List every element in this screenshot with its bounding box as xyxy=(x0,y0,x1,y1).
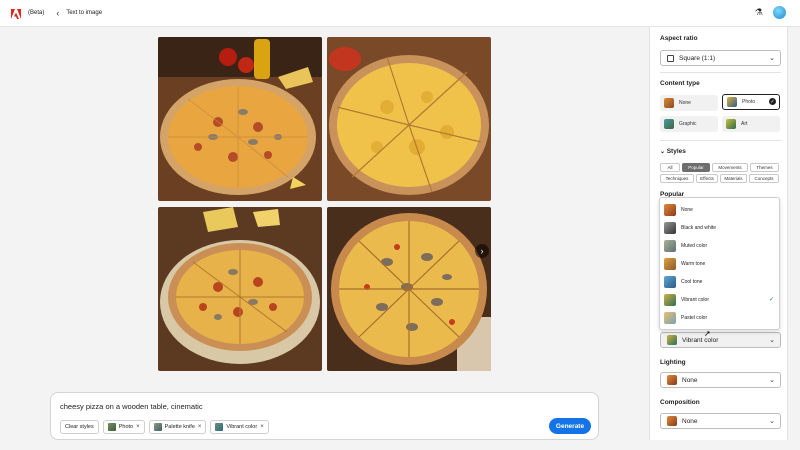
composition-title: Composition xyxy=(660,399,700,406)
none-thumbnail xyxy=(667,416,677,426)
content-type-graphic[interactable]: Graphic xyxy=(660,116,718,132)
remove-icon[interactable]: × xyxy=(260,424,264,430)
prompt-input[interactable]: cheesy pizza on a wooden table, cinemati… xyxy=(60,402,203,411)
style-chip-photo[interactable]: Photo × xyxy=(102,420,145,434)
styles-select-value: Vibrant color xyxy=(682,336,719,344)
chip-label: Vibrant color xyxy=(226,424,258,430)
aspect-ratio-title: Aspect ratio xyxy=(660,35,698,42)
cool-tone-thumbnail xyxy=(664,275,676,288)
style-option-none[interactable]: None xyxy=(664,202,776,217)
none-thumbnail xyxy=(664,203,676,216)
check-circle-icon: ✓ xyxy=(769,98,776,105)
graphic-thumbnail xyxy=(664,119,674,129)
styles-header[interactable]: ⌄ Styles xyxy=(660,148,686,155)
content-type-none[interactable]: None xyxy=(660,95,718,111)
generated-image-1[interactable] xyxy=(158,37,322,201)
none-thumbnail xyxy=(664,98,674,108)
generated-image-3[interactable] xyxy=(158,207,322,371)
styles-select[interactable]: Vibrant color ⌄ xyxy=(660,332,781,348)
divider xyxy=(660,72,781,73)
vibrant-color-thumbnail xyxy=(215,423,224,431)
adobe-logo[interactable] xyxy=(10,7,22,19)
aspect-ratio-select[interactable]: Square (1:1) ⌄ xyxy=(660,50,781,66)
style-option-vibrant-color[interactable]: Vibrant color ✓ xyxy=(664,292,776,307)
option-label: None xyxy=(681,206,693,213)
generate-button[interactable]: Generate xyxy=(549,418,591,434)
chevron-down-icon: ⌄ xyxy=(660,149,667,155)
palette-knife-thumbnail xyxy=(153,423,162,431)
option-label: Muted color xyxy=(681,242,708,249)
lighting-select[interactable]: None ⌄ xyxy=(660,372,781,388)
composition-value: None xyxy=(682,417,698,425)
tab-popular[interactable]: Popular xyxy=(682,163,710,172)
top-bar: (Beta) ‹ Text to image ⚗ xyxy=(0,0,800,27)
style-option-black-and-white[interactable]: Black and white xyxy=(664,220,776,235)
content-type-art[interactable]: Art xyxy=(722,116,780,132)
chevron-left-icon[interactable]: ‹ xyxy=(56,8,59,18)
flask-icon[interactable]: ⚗ xyxy=(755,7,763,18)
tab-concepts[interactable]: Concepts xyxy=(749,174,779,183)
tab-effects[interactable]: Effects xyxy=(696,174,718,183)
pastel-color-thumbnail xyxy=(664,311,676,324)
mouse-cursor-icon: ➚ xyxy=(704,329,711,338)
vibrant-color-thumbnail xyxy=(664,293,676,306)
clear-styles-label: Clear styles xyxy=(65,424,94,430)
generated-image-4[interactable] xyxy=(327,207,491,371)
style-option-cool-tone[interactable]: Cool tone xyxy=(664,274,776,289)
chip-label: Photo xyxy=(118,424,134,430)
style-option-warm-tone[interactable]: Warm tone xyxy=(664,256,776,271)
chevron-down-icon: ⌄ xyxy=(769,418,775,425)
style-chip-vibrant-color[interactable]: Vibrant color × xyxy=(210,420,269,434)
tab-materials[interactable]: Materials xyxy=(720,174,747,183)
checkmark-icon: ✓ xyxy=(768,297,774,303)
prompt-box[interactable]: cheesy pizza on a wooden table, cinemati… xyxy=(50,392,599,440)
photo-thumbnail xyxy=(107,423,116,431)
square-icon xyxy=(667,54,674,62)
styles-title: Styles xyxy=(666,148,686,155)
composition-select[interactable]: None ⌄ xyxy=(660,413,781,429)
muted-color-thumbnail xyxy=(664,239,676,252)
generated-image-2[interactable] xyxy=(327,37,491,201)
tab-themes[interactable]: Themes xyxy=(750,163,779,172)
option-label: Cool tone xyxy=(681,278,703,285)
tab-movements[interactable]: Movements xyxy=(712,163,748,172)
clear-styles-button[interactable]: Clear styles xyxy=(60,420,99,434)
content-type-label: Art xyxy=(741,121,748,127)
option-label: Black and white xyxy=(681,224,717,231)
content-type-label: Graphic xyxy=(679,121,697,127)
chevron-down-icon: ⌄ xyxy=(769,337,775,344)
art-thumbnail xyxy=(726,119,736,129)
style-option-muted-color[interactable]: Muted color xyxy=(664,238,776,253)
content-type-label: None xyxy=(679,100,691,106)
divider xyxy=(660,140,781,141)
tab-techniques[interactable]: Techniques xyxy=(660,174,694,183)
black-and-white-thumbnail xyxy=(664,221,676,234)
breadcrumb: Text to image xyxy=(66,10,103,16)
option-label: Warm tone xyxy=(681,260,706,267)
remove-icon[interactable]: × xyxy=(136,424,140,430)
style-option-pastel-color[interactable]: Pastel color xyxy=(664,310,776,325)
photo-thumbnail xyxy=(727,97,737,107)
chevron-down-icon: ⌄ xyxy=(769,55,775,62)
styles-dropdown: None Black and white Muted color Warm to… xyxy=(659,197,780,330)
chip-label: Palette knife xyxy=(164,424,195,430)
chevron-right-icon[interactable]: › xyxy=(475,244,489,258)
content-type-label: Photo xyxy=(742,99,756,105)
none-thumbnail xyxy=(667,375,677,385)
avatar[interactable] xyxy=(773,6,786,19)
content-type-photo[interactable]: Photo ✓ xyxy=(722,94,780,110)
style-chip-palette-knife[interactable]: Palette knife × xyxy=(148,420,207,434)
aspect-ratio-value: Square (1:1) xyxy=(679,54,716,62)
beta-label: (Beta) xyxy=(28,10,45,16)
option-label: Pastel color xyxy=(681,314,708,321)
chevron-down-icon: ⌄ xyxy=(769,377,775,384)
content-type-title: Content type xyxy=(660,80,700,87)
lighting-title: Lighting xyxy=(660,359,686,366)
lighting-value: None xyxy=(682,376,698,384)
remove-icon[interactable]: × xyxy=(198,424,202,430)
warm-tone-thumbnail xyxy=(664,257,676,270)
option-label: Vibrant color xyxy=(681,296,709,303)
tab-all[interactable]: All xyxy=(660,163,680,172)
vibrant-color-thumbnail xyxy=(667,335,677,345)
